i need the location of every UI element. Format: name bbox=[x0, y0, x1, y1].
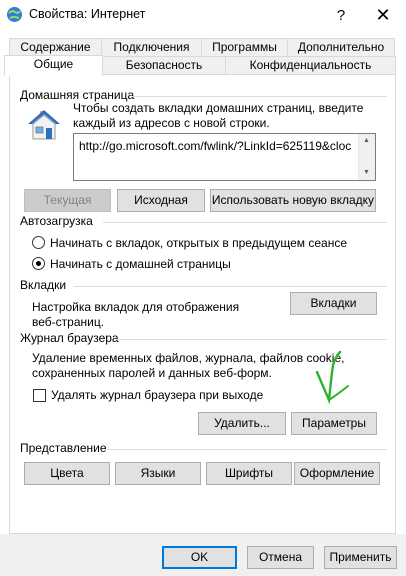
history-group-title: Журнал браузера bbox=[20, 331, 119, 345]
tabs-group-title: Вкладки bbox=[20, 278, 67, 292]
house-icon bbox=[26, 108, 62, 142]
cancel-button[interactable]: Отмена bbox=[247, 546, 314, 569]
tab-programs[interactable]: Программы bbox=[201, 38, 288, 57]
close-button[interactable]: ✕ bbox=[360, 0, 406, 30]
window-title: Свойства: Интернет bbox=[29, 7, 146, 21]
colors-button[interactable]: Цвета bbox=[24, 462, 110, 485]
homepage-scrollbar[interactable]: ▲ ▼ bbox=[358, 134, 375, 180]
homepage-instruction-line2: каждый из адресов с новой строки. bbox=[73, 116, 270, 130]
tab-security[interactable]: Безопасность bbox=[102, 56, 226, 75]
startup-previous-session-label[interactable]: Начинать с вкладок, открытых в предыдуще… bbox=[50, 235, 347, 251]
internet-globe-icon bbox=[6, 6, 23, 23]
tabs-settings-button[interactable]: Вкладки bbox=[290, 292, 377, 315]
accessibility-button[interactable]: Оформление bbox=[294, 462, 380, 485]
tabs-description-line2: веб-страниц. bbox=[32, 315, 105, 329]
dialog-button-bar: OK Отмена Применить bbox=[0, 534, 406, 576]
help-button[interactable]: ? bbox=[318, 0, 364, 30]
scroll-down-arrow-icon[interactable]: ▼ bbox=[363, 169, 370, 176]
delete-history-on-exit-checkbox[interactable] bbox=[33, 389, 46, 402]
history-settings-button[interactable]: Параметры bbox=[291, 412, 377, 435]
languages-button[interactable]: Языки bbox=[115, 462, 201, 485]
startup-homepage-label[interactable]: Начинать с домашней страницы bbox=[50, 256, 231, 272]
tabs-group-divider bbox=[74, 286, 387, 287]
startup-previous-session-radio[interactable] bbox=[32, 236, 45, 249]
tab-privacy[interactable]: Конфиденциальность bbox=[225, 56, 396, 75]
homepage-group-divider bbox=[132, 96, 387, 97]
use-current-button[interactable]: Текущая bbox=[24, 189, 111, 212]
history-description-line1: Удаление временных файлов, журнала, файл… bbox=[32, 351, 345, 365]
scroll-up-arrow-icon[interactable]: ▲ bbox=[363, 137, 370, 144]
delete-history-button[interactable]: Удалить... bbox=[198, 412, 286, 435]
homepage-url-textarea[interactable]: http://go.microsoft.com/fwlink/?LinkId=6… bbox=[73, 133, 376, 181]
fonts-button[interactable]: Шрифты bbox=[206, 462, 292, 485]
green-checkmark-annotation-icon bbox=[315, 350, 349, 405]
homepage-instruction-line1: Чтобы создать вкладки домашних страниц, … bbox=[73, 101, 364, 115]
tab-general[interactable]: Общие bbox=[4, 55, 103, 76]
appearance-group-divider bbox=[107, 449, 387, 450]
startup-homepage-radio[interactable] bbox=[32, 257, 45, 270]
appearance-group-title: Представление bbox=[20, 441, 107, 455]
general-tab-panel: Домашняя страница Чтобы создать вкладки … bbox=[9, 74, 396, 534]
use-new-tab-button[interactable]: Использовать новую вкладку bbox=[210, 189, 376, 212]
tab-advanced[interactable]: Дополнительно bbox=[287, 38, 395, 57]
tab-connections[interactable]: Подключения bbox=[101, 38, 202, 57]
ok-button[interactable]: OK bbox=[162, 546, 237, 569]
radio-selected-dot bbox=[36, 261, 41, 266]
startup-group-title: Автозагрузка bbox=[20, 214, 93, 228]
tabs-description-line1: Настройка вкладок для отображения bbox=[32, 300, 240, 314]
history-description-line2: сохраненных паролей и данных веб-форм. bbox=[32, 366, 272, 380]
title-bar: Свойства: Интернет ? ✕ bbox=[0, 0, 406, 30]
homepage-url-text: http://go.microsoft.com/fwlink/?LinkId=6… bbox=[79, 139, 352, 153]
apply-button[interactable]: Применить bbox=[324, 546, 397, 569]
startup-group-divider bbox=[103, 222, 387, 223]
use-default-button[interactable]: Исходная bbox=[117, 189, 205, 212]
delete-history-on-exit-label[interactable]: Удалять журнал браузера при выходе bbox=[51, 387, 263, 403]
history-group-divider bbox=[116, 339, 387, 340]
